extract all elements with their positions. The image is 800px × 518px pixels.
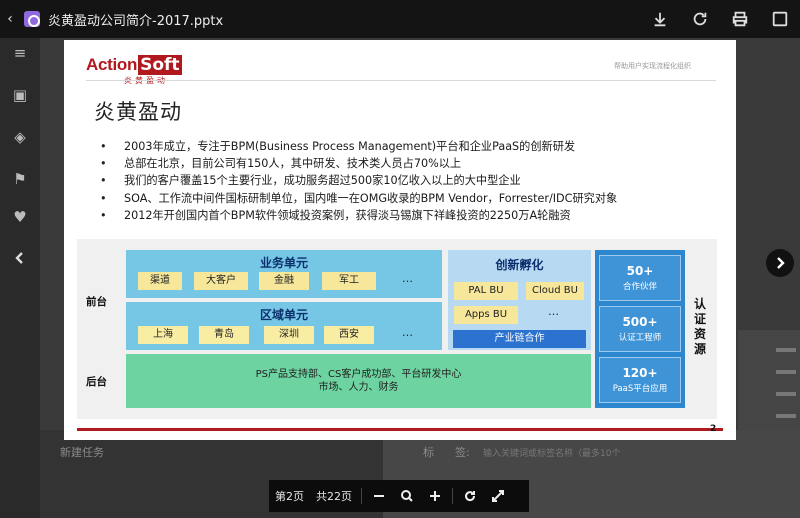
toolbar-divider: [361, 488, 362, 504]
slide-tagline: 帮助用户实现流程化组织: [614, 62, 691, 70]
bullet-item: 我们的客户覆盖15个主要行业，成功服务超过500家10亿收入以上的大中型企业: [100, 172, 617, 189]
org-structure-diagram: 前台 后台 业务单元 渠道 大客户 金融 军工 … 区域单元 上海 青岛 深圳 …: [77, 239, 717, 419]
business-unit-item: 渠道: [138, 272, 182, 290]
fullscreen-icon[interactable]: [760, 0, 800, 38]
rotate-button[interactable]: [456, 480, 484, 512]
current-page: 第2页: [275, 490, 304, 503]
viewer-titlebar: ‹ 炎黄盈动公司简介-2017.pptx: [0, 0, 800, 38]
back-icon[interactable]: ‹: [0, 11, 20, 27]
incubation-more: …: [548, 305, 559, 318]
previous-slide-button[interactable]: [6, 244, 34, 272]
chevron-left-icon: [15, 252, 23, 264]
front-office-label: 前台: [86, 296, 107, 308]
certification-item: 50+ 合作伙伴: [599, 255, 681, 301]
flag-icon: ⚑: [13, 170, 27, 188]
platform-support-line: PS产品支持部、CS客户成功部、平台研发中心: [255, 369, 462, 380]
header-divider: [86, 80, 716, 81]
certification-group: 50+ 合作伙伴 500+ 认证工程师 120+ PaaS平台应用: [595, 250, 685, 408]
viewer-pager-toolbar: 第2页 共22页: [269, 480, 529, 512]
incubation-item: Apps BU: [454, 306, 518, 324]
region-unit-item: 西安: [324, 326, 374, 344]
footer-divider: [77, 428, 723, 431]
certification-title: 认证资源: [693, 297, 706, 356]
clipboard-icon: ▣: [12, 86, 28, 104]
rotate-icon: [465, 491, 476, 502]
region-unit-item: 上海: [138, 326, 188, 344]
minus-icon: [374, 495, 384, 497]
tag-input-placeholder: 输入关键词或标签名称（最多10个: [483, 449, 621, 459]
region-unit-group: 区域单元 上海 青岛 深圳 西安 …: [126, 302, 442, 350]
background-right-list: [738, 330, 800, 430]
chevron-right-icon: [777, 257, 785, 269]
zoom-in-button[interactable]: [421, 480, 449, 512]
bullet-list: 2003年成立，专注于BPM(Business Process Manageme…: [100, 138, 617, 224]
certification-item: 120+ PaaS平台应用: [599, 357, 681, 403]
certification-item: 500+ 认证工程师: [599, 306, 681, 352]
industry-chain-bar: 产业链合作: [453, 330, 586, 348]
bullet-item: 总部在北京，目前公司有150人，其中研发、技术类人员占70%以上: [100, 155, 617, 172]
total-pages: 共22页: [316, 490, 352, 503]
tag-label: 标: [423, 446, 434, 459]
refresh-icon[interactable]: [680, 0, 720, 38]
incubation-group: 创新孵化 PAL BU Cloud BU Apps BU … 产业链合作: [448, 250, 591, 350]
bullet-item: SOA、工作流中间件国标研制单位，国内唯一在OMG收录的BPM Vendor，F…: [100, 190, 617, 207]
toolbar-divider: [452, 488, 453, 504]
bullet-item: 2003年成立，专注于BPM(Business Process Manageme…: [100, 138, 617, 155]
download-icon[interactable]: [640, 0, 680, 38]
list-icon: ≡: [13, 44, 27, 62]
platform-support-group: PS产品支持部、CS客户成功部、平台研发中心 市场、人力、财务: [126, 354, 591, 408]
file-title: 炎黄盈动公司简介-2017.pptx: [48, 13, 224, 29]
tag-label-suffix: 签:: [455, 446, 470, 459]
background-sidebar: ≡ ▣ ◈ ⚑ ♥: [0, 30, 40, 518]
zoom-reset-button[interactable]: [393, 480, 421, 512]
back-office-label: 后台: [86, 376, 107, 388]
pptx-file-icon: [24, 11, 40, 27]
layers-icon: ◈: [14, 128, 26, 146]
region-unit-more: …: [402, 326, 413, 339]
slide-canvas: ActionSoft 炎黄盈动 帮助用户实现流程化组织 炎黄盈动 2003年成立…: [64, 40, 736, 440]
magnifier-icon: [401, 490, 413, 502]
region-unit-item: 深圳: [264, 326, 314, 344]
incubation-item: PAL BU: [454, 282, 518, 300]
business-unit-item: 大客户: [194, 272, 248, 290]
list-item: [776, 370, 796, 374]
business-unit-item: 军工: [322, 272, 376, 290]
bullet-item: 2012年开创国内首个BPM软件领域投资案例，获得淡马锡旗下祥峰投资的2250万…: [100, 207, 617, 224]
list-item: [776, 392, 796, 396]
list-item: [776, 348, 796, 352]
business-unit-title: 业务单元: [259, 256, 308, 270]
business-unit-item: 金融: [259, 272, 309, 290]
titlebar-actions: [640, 0, 800, 38]
business-unit-more: …: [402, 272, 413, 285]
region-unit-title: 区域单元: [259, 308, 308, 322]
incubation-item: Cloud BU: [526, 282, 584, 300]
plus-icon: [430, 491, 440, 501]
zoom-out-button[interactable]: [365, 480, 393, 512]
print-icon[interactable]: [720, 0, 760, 38]
list-item: [776, 414, 796, 418]
next-slide-button[interactable]: [766, 249, 794, 277]
heart-icon: ♥: [13, 208, 27, 226]
business-unit-group: 业务单元 渠道 大客户 金融 军工 …: [126, 250, 442, 298]
fit-screen-icon: [492, 490, 504, 502]
platform-support-line: 市场、人力、财务: [318, 382, 399, 393]
fit-screen-button[interactable]: [484, 480, 512, 512]
region-unit-item: 青岛: [199, 326, 249, 344]
slide-page-number: 2: [710, 424, 717, 434]
incubation-title: 创新孵化: [495, 258, 544, 272]
slide-title: 炎黄盈动: [94, 100, 182, 124]
new-task-link: 新建任务: [60, 446, 104, 459]
